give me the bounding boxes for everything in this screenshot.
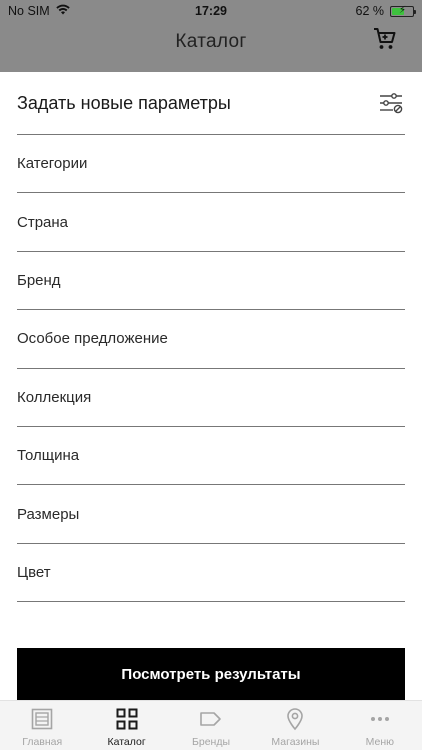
filter-item-label: Коллекция (17, 388, 92, 406)
filter-item-label: Толщина (17, 447, 80, 465)
tag-icon (199, 707, 223, 731)
filter-item-label: К (17, 622, 26, 625)
filter-item-color[interactable]: Цвет (17, 544, 405, 603)
filter-item-categories[interactable]: Категории (17, 135, 405, 194)
filter-item-label: Размеры (17, 505, 80, 523)
catalog-grid-icon (115, 707, 139, 731)
cart-icon (374, 28, 396, 49)
filter-sheet-header: Задать новые параметры (17, 72, 405, 135)
tab-menu[interactable]: Меню (338, 701, 422, 750)
filter-item-label: Особое предложение (17, 330, 168, 348)
tab-label: Главная (22, 736, 63, 748)
filter-list: Категории Страна Бренд Особое предложени… (17, 135, 405, 625)
tab-label: Бренды (191, 736, 231, 748)
status-right: 62 % ⚡ (355, 4, 416, 18)
filter-item-sizes[interactable]: Размеры (17, 485, 405, 544)
tab-home[interactable]: Главная (0, 701, 84, 750)
charging-bolt-icon: ⚡ (399, 4, 407, 16)
page-title: Каталог (175, 31, 247, 52)
filter-item-country[interactable]: Страна (17, 193, 405, 252)
filter-item-label: Категории (17, 155, 88, 173)
show-results-button[interactable]: Посмотреть результаты (17, 648, 405, 700)
tab-catalog[interactable]: Каталог (84, 701, 168, 750)
more-dots-icon (368, 707, 392, 731)
filter-settings-button[interactable] (377, 89, 405, 117)
tab-bar: Главная Каталог Бренды Магазины Меню (0, 700, 422, 750)
filter-item-label: Цвет (17, 563, 51, 581)
tab-label: Каталог (107, 736, 146, 748)
nav-header: Каталог (0, 22, 422, 62)
tab-label: Меню (365, 736, 395, 748)
status-bar: No SIM 17:29 62 % ⚡ (0, 0, 422, 22)
filter-item-label: Страна (17, 213, 69, 231)
tab-label: Магазины (271, 736, 320, 748)
filter-item-brand[interactable]: Бренд (17, 252, 405, 311)
home-icon (30, 707, 54, 731)
location-pin-icon (283, 707, 307, 731)
filter-settings-icon (380, 93, 403, 114)
filter-item-collection[interactable]: Коллекция (17, 369, 405, 427)
cart-button[interactable] (370, 24, 400, 54)
battery-icon: ⚡ (390, 4, 416, 17)
filter-item-thickness[interactable]: Толщина (17, 427, 405, 486)
tab-stores[interactable]: Магазины (253, 701, 337, 750)
filter-sheet-title: Задать новые параметры (17, 92, 231, 113)
filter-item-special-offer[interactable]: Особое предложение (17, 310, 405, 369)
filter-item-label: Бренд (17, 271, 61, 289)
battery-percent: 62 % (355, 4, 385, 18)
filter-item-partial[interactable]: К (17, 602, 405, 625)
filter-sheet: Задать новые параметры Категории Страна … (0, 72, 422, 700)
tab-brands[interactable]: Бренды (169, 701, 253, 750)
